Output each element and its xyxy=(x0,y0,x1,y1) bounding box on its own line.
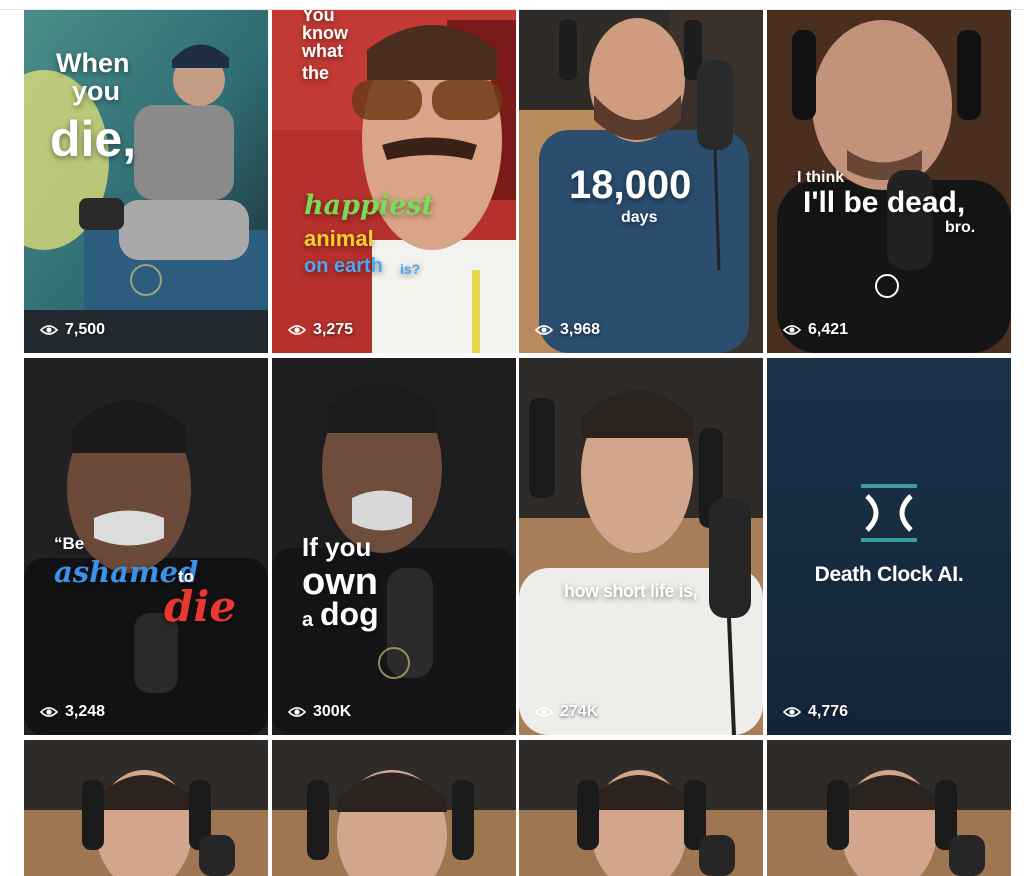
view-count: 274K xyxy=(535,703,598,721)
caption-line: die xyxy=(164,582,237,631)
view-count: 3,275 xyxy=(288,321,353,339)
caption-line: die, xyxy=(50,111,137,167)
death-clock-logo-icon xyxy=(861,484,917,542)
brand-name: Death Clock AI. xyxy=(814,563,964,586)
view-count-value: 6,421 xyxy=(808,321,849,338)
eye-icon xyxy=(288,325,306,335)
caption-line: on earth xyxy=(304,255,383,277)
caption-line: know xyxy=(302,23,349,43)
view-count: 3,248 xyxy=(40,703,105,721)
eye-icon xyxy=(783,325,801,335)
eye-icon xyxy=(783,707,801,717)
video-thumbnail xyxy=(519,740,763,876)
caption-line: what xyxy=(302,41,344,61)
video-thumbnail xyxy=(767,740,1011,876)
caption-line: When xyxy=(56,48,130,78)
view-count-value: 274K xyxy=(560,703,599,720)
video-tile[interactable] xyxy=(24,740,268,876)
caption-line: is? xyxy=(400,261,421,277)
brand-card xyxy=(767,358,1011,735)
caption-line: dog xyxy=(320,596,379,632)
view-count-value: 4,776 xyxy=(808,703,849,720)
caption-line: how short life is, xyxy=(564,581,698,601)
video-tile[interactable]: “Be ashamed to die 3,248 xyxy=(24,358,268,735)
eye-icon xyxy=(288,707,306,717)
view-count: 300K xyxy=(288,703,351,721)
video-thumbnail xyxy=(24,740,268,876)
video-tile[interactable]: I think I'll be dead, bro. 6,421 xyxy=(767,10,1011,353)
caption-line: a xyxy=(302,609,314,631)
caption-line: I think xyxy=(797,169,845,186)
video-tile[interactable] xyxy=(767,740,1011,876)
caption-line: 18,000 xyxy=(569,163,692,207)
view-count-value: 3,968 xyxy=(560,321,601,338)
caption-line: If you xyxy=(302,532,372,562)
video-tile[interactable] xyxy=(272,740,516,876)
caption-line: bro. xyxy=(945,219,976,236)
caption-line: happiest xyxy=(304,190,434,221)
video-tile[interactable]: 18,000 days 3,968 xyxy=(519,10,763,353)
video-tile[interactable]: When you die, 7,500 xyxy=(24,10,268,353)
video-thumbnail xyxy=(272,740,516,876)
video-tile[interactable] xyxy=(519,740,763,876)
caption-line: you xyxy=(72,76,121,106)
view-count: 7,500 xyxy=(40,321,105,339)
caption-line: the xyxy=(302,63,329,83)
video-tile[interactable]: how short life is, 274K xyxy=(519,358,763,735)
caption-line: animal xyxy=(304,226,374,251)
caption-line: You xyxy=(302,10,335,25)
caption-line: “Be xyxy=(54,534,85,553)
view-count-value: 7,500 xyxy=(65,321,106,338)
eye-icon xyxy=(535,325,553,335)
view-count-value: 3,275 xyxy=(313,321,354,338)
caption-line: I'll be dead, xyxy=(803,186,966,219)
view-count: 3,968 xyxy=(535,321,600,339)
video-thumbnail xyxy=(519,358,763,735)
view-count-value: 300K xyxy=(313,703,352,720)
video-thumbnail xyxy=(272,10,516,353)
eye-icon xyxy=(40,707,58,717)
video-tile[interactable]: If you own a dog 300K xyxy=(272,358,516,735)
view-count: 6,421 xyxy=(783,321,848,339)
video-tile[interactable]: Death Clock AI. 4,776 xyxy=(767,358,1011,735)
eye-icon xyxy=(535,707,553,717)
view-count: 4,776 xyxy=(783,703,848,721)
caption-line: days xyxy=(621,209,658,226)
eye-icon xyxy=(40,325,58,335)
video-tile[interactable]: You know what the happiest animal on ear… xyxy=(272,10,516,353)
view-count-value: 3,248 xyxy=(65,703,106,720)
